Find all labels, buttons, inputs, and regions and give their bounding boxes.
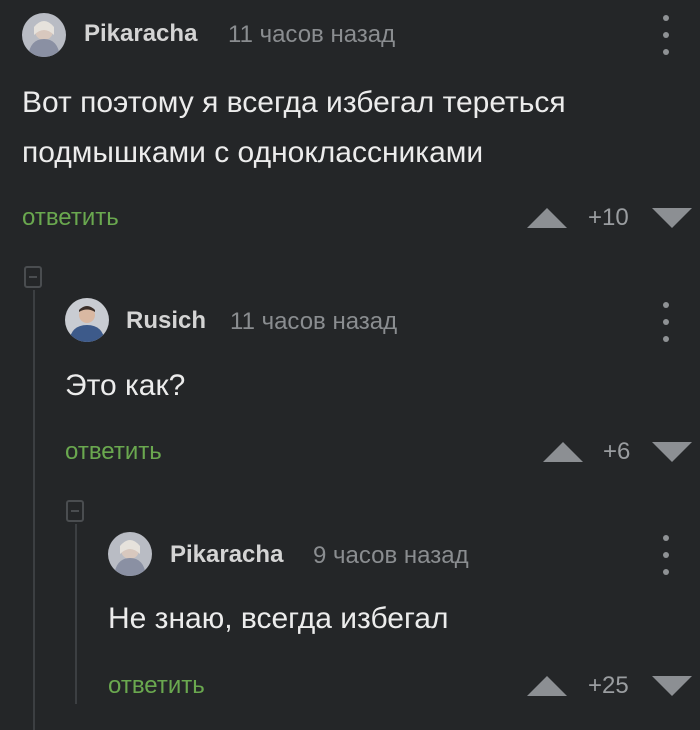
avatar[interactable] bbox=[22, 13, 66, 57]
timestamp: 9 часов назад bbox=[313, 542, 469, 569]
comment-text-line: подмышками с одноклассниками bbox=[22, 136, 484, 169]
rating: +10 bbox=[588, 204, 629, 231]
upvote-icon[interactable] bbox=[543, 442, 583, 462]
comment-text-line: Это как? bbox=[65, 369, 186, 402]
comment-text: Вот поэтому я всегда избегал тереться по… bbox=[22, 78, 566, 178]
thread-line-1 bbox=[33, 290, 35, 730]
thread-line-2 bbox=[75, 524, 77, 704]
downvote-icon[interactable] bbox=[652, 208, 692, 228]
reply-link[interactable]: ответить bbox=[65, 438, 162, 466]
more-options-icon[interactable] bbox=[660, 535, 672, 575]
rating: +6 bbox=[603, 438, 631, 465]
collapse-thread-2-icon[interactable] bbox=[66, 500, 84, 522]
rating: +25 bbox=[588, 672, 629, 699]
username[interactable]: Pikaracha bbox=[84, 20, 197, 48]
comment-text: Это как? bbox=[65, 361, 185, 411]
avatar[interactable] bbox=[108, 532, 152, 576]
comments-page: Pikaracha 11 часов назад Вот поэтому я в… bbox=[0, 0, 700, 730]
upvote-icon[interactable] bbox=[527, 676, 567, 696]
comment-text-line: Вот поэтому я всегда избегал тереться bbox=[22, 86, 566, 119]
more-options-icon[interactable] bbox=[660, 15, 672, 55]
downvote-icon[interactable] bbox=[652, 442, 692, 462]
comment-text: Не знаю, всегда избегал bbox=[108, 594, 448, 644]
more-options-icon[interactable] bbox=[660, 302, 672, 342]
comment-text-line: Не знаю, всегда избегал bbox=[108, 602, 449, 635]
reply-link[interactable]: ответить bbox=[22, 204, 119, 232]
timestamp: 11 часов назад bbox=[228, 21, 396, 48]
downvote-icon[interactable] bbox=[652, 676, 692, 696]
timestamp: 11 часов назад bbox=[230, 308, 398, 335]
username[interactable]: Rusich bbox=[126, 307, 206, 335]
collapse-thread-1-icon[interactable] bbox=[24, 266, 42, 288]
reply-link[interactable]: ответить bbox=[108, 672, 205, 700]
upvote-icon[interactable] bbox=[527, 208, 567, 228]
avatar[interactable] bbox=[65, 298, 109, 342]
username[interactable]: Pikaracha bbox=[170, 541, 283, 569]
